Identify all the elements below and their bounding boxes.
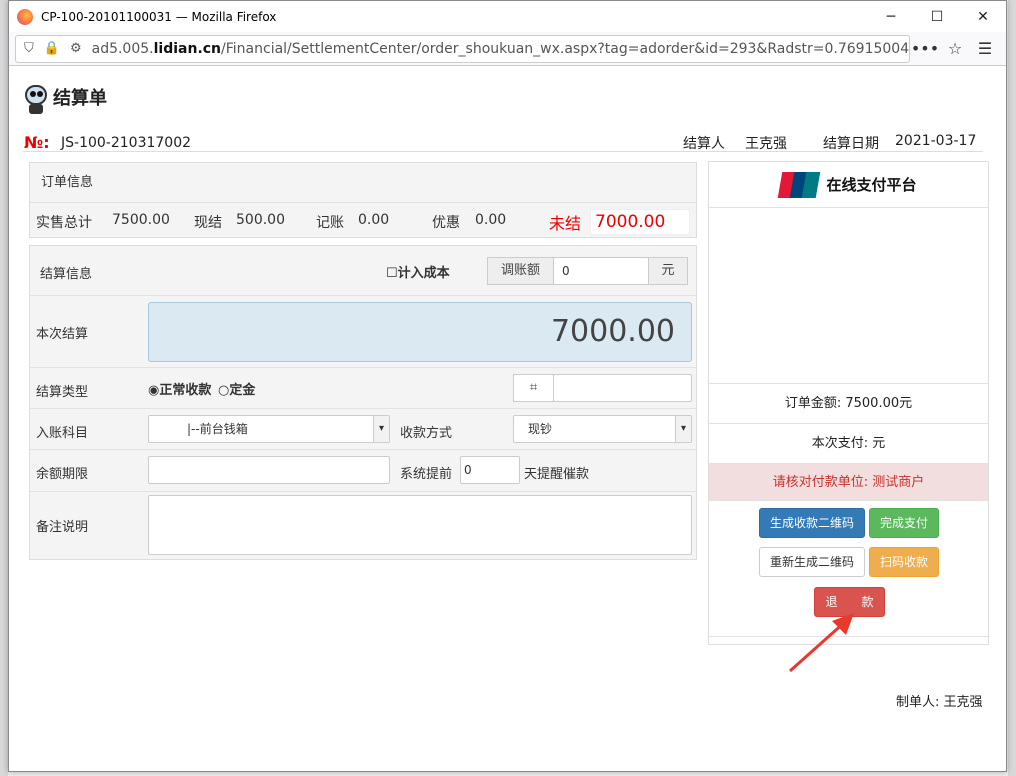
order-info-heading: 订单信息 xyxy=(30,163,696,203)
account-select[interactable]: |--前台钱箱 ▾ xyxy=(148,415,390,443)
date-label: 结算日期 xyxy=(823,136,879,152)
adjust-amount-input[interactable]: 0 xyxy=(553,257,649,285)
window-title: CP-100-20101100031 — Mozilla Firefox xyxy=(41,9,277,24)
background-edge-left xyxy=(0,0,8,776)
divider xyxy=(23,151,983,152)
order-amount: 订单金额: 7500.00元 xyxy=(709,384,988,424)
settlement-type-row: 结算类型 ◉正常收款 ○定金 ⌗ xyxy=(30,368,696,409)
this-payment: 本次支付: 元 xyxy=(709,424,988,464)
type-deposit-radio[interactable]: ○定金 xyxy=(218,379,255,398)
page-content: 结算单 №: JS-100-210317002 结算人 王克强 结算日期 202… xyxy=(9,67,1006,771)
scan-pay-button[interactable]: 扫码收款 xyxy=(869,547,939,577)
shield-icon[interactable]: ⛉ xyxy=(24,41,34,56)
unsettled-value: 7000.00 xyxy=(590,209,690,235)
bookmark-star-icon[interactable]: ☆ xyxy=(940,39,970,58)
remark-textarea[interactable] xyxy=(148,495,692,555)
background-edge-right xyxy=(1008,0,1016,776)
discount-label: 优惠 xyxy=(432,215,460,231)
complete-payment-button[interactable]: 完成支付 xyxy=(869,508,939,538)
chevron-down-icon: ▾ xyxy=(373,416,389,442)
current-settlement-input[interactable]: 7000.00 xyxy=(148,302,692,362)
settlement-number: JS-100-210317002 xyxy=(61,135,192,151)
remind-suffix: 天提醒催款 xyxy=(524,467,590,482)
url-prefix: ad5.005. xyxy=(91,40,154,57)
date-value: 2021-03-17 xyxy=(895,133,977,149)
page-actions-icon[interactable]: ••• xyxy=(910,39,940,58)
title-bar: CP-100-20101100031 — Mozilla Firefox ─ ☐… xyxy=(9,1,1006,32)
url-path: /Financial/SettlementCenter/order_shouku… xyxy=(221,40,910,57)
settlement-type-label: 结算类型 xyxy=(36,385,89,400)
current-settlement-row: 本次结算 7000.00 xyxy=(30,296,696,368)
payment-method-select[interactable]: 现钞 ▾ xyxy=(513,415,692,443)
page-title: 结算单 xyxy=(53,88,107,109)
order-summary-row: 实售总计 7500.00 现结 500.00 记账 0.00 优惠 0.00 未… xyxy=(30,203,696,237)
settler-value: 王克强 xyxy=(745,136,787,152)
cash-label: 现结 xyxy=(194,215,222,231)
balance-row: 余额期限 系统提前 0 天提醒催款 xyxy=(30,450,696,492)
firefox-icon xyxy=(17,8,33,25)
page-header: 结算单 xyxy=(23,79,107,115)
chevron-down-icon: ▾ xyxy=(675,416,691,442)
insecure-lock-icon[interactable]: 🔒 xyxy=(44,41,60,56)
permissions-icon[interactable]: ⚙ xyxy=(70,41,82,56)
total-value: 7500.00 xyxy=(112,212,170,228)
address-field[interactable]: ⛉ 🔒 ⚙ ad5.005. lidian.cn/Financial/Settle… xyxy=(15,34,910,63)
credit-label: 记账 xyxy=(316,215,344,231)
creator: 制单人: 王克强 xyxy=(896,695,983,710)
account-row: 入账科目 |--前台钱箱 ▾ 收款方式 现钞 ▾ xyxy=(30,409,696,450)
payment-platform-title: 在线支付平台 xyxy=(826,176,917,194)
payment-method-label: 收款方式 xyxy=(400,426,453,441)
payer-warning: 请核对付款单位: 测试商户 xyxy=(709,464,988,501)
regenerate-qr-button[interactable]: 重新生成二维码 xyxy=(759,547,865,577)
credit-value: 0.00 xyxy=(358,212,390,228)
url-bar: ⛉ 🔒 ⚙ ad5.005. lidian.cn/Financial/Settle… xyxy=(9,32,1006,66)
discount-value: 0.00 xyxy=(475,212,507,228)
unsettled-label: 未结 xyxy=(549,214,582,233)
generate-qr-button[interactable]: 生成收款二维码 xyxy=(759,508,865,538)
mascot-logo-icon xyxy=(23,79,49,115)
account-select-value: |--前台钱箱 xyxy=(187,422,248,436)
order-info-panel: 订单信息 实售总计 7500.00 现结 500.00 记账 0.00 优惠 0… xyxy=(29,162,697,238)
payment-panel: 在线支付平台 订单金额: 7500.00元 本次支付: 元 请核对付款单位: 测… xyxy=(708,161,989,645)
close-button[interactable]: ✕ xyxy=(960,1,1006,32)
menu-icon[interactable]: ☰ xyxy=(970,39,1000,58)
scan-code-input[interactable] xyxy=(553,374,692,402)
cash-value: 500.00 xyxy=(236,212,285,228)
balance-term-input[interactable] xyxy=(148,456,390,484)
settlement-heading: 结算信息 xyxy=(40,267,93,282)
remark-row: 备注说明 xyxy=(30,492,696,559)
annotation-arrow-icon xyxy=(789,613,854,673)
remind-days-input[interactable]: 0 xyxy=(460,456,520,484)
current-settlement-label: 本次结算 xyxy=(36,327,89,342)
minimize-button[interactable]: ─ xyxy=(868,1,914,32)
qr-code-area xyxy=(709,208,988,384)
settlement-panel: 结算信息 ☐计入成本 调账额 0 元 本次结算 7000.00 结算类型 ◉正常… xyxy=(29,245,697,560)
balance-term-label: 余额期限 xyxy=(36,467,89,482)
maximize-button[interactable]: ☐ xyxy=(914,1,960,32)
settlement-heading-row: 结算信息 ☐计入成本 调账额 0 元 xyxy=(30,246,696,296)
remark-label: 备注说明 xyxy=(36,520,89,535)
number-label: №: xyxy=(24,133,50,152)
remind-label: 系统提前 xyxy=(400,467,453,482)
settler-label: 结算人 xyxy=(683,136,725,152)
url-domain: lidian.cn xyxy=(153,40,222,57)
type-normal-radio[interactable]: ◉正常收款 xyxy=(148,379,211,398)
scan-icon[interactable]: ⌗ xyxy=(513,374,554,402)
adjust-unit: 元 xyxy=(648,257,688,285)
payment-platform-header: 在线支付平台 xyxy=(709,162,988,208)
include-cost-checkbox[interactable]: ☐计入成本 xyxy=(386,262,450,281)
adjust-amount-label: 调账额 xyxy=(487,257,554,285)
total-label: 实售总计 xyxy=(36,215,92,231)
unionpay-logo-icon xyxy=(778,171,821,198)
payment-method-value: 现钞 xyxy=(528,422,553,436)
account-label: 入账科目 xyxy=(36,426,89,441)
browser-window: CP-100-20101100031 — Mozilla Firefox ─ ☐… xyxy=(8,0,1007,772)
